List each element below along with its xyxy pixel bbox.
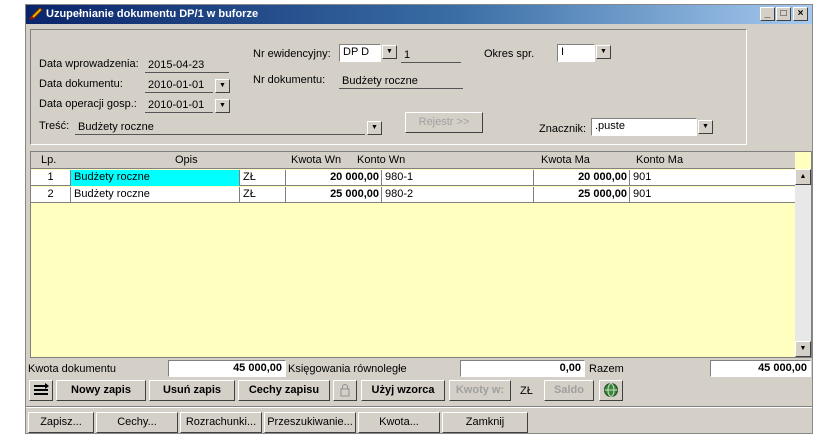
table-row[interactable]: 1 Budżety roczne ZŁ 20 000,00 980-1 20 0…	[31, 170, 795, 186]
uzyj-wzorca-button[interactable]: Użyj wzorca	[361, 380, 445, 401]
cechy-button[interactable]: Cechy...	[96, 412, 178, 433]
row-kwota-ma[interactable]: 20 000,00	[534, 170, 630, 186]
row-konto-ma[interactable]: 901	[630, 187, 795, 203]
col-kwota-ma: Kwota Ma	[541, 154, 590, 166]
przeszukiwanie-button[interactable]: Przeszukiwanie...	[264, 412, 356, 433]
nowy-zapis-button[interactable]: Nowy zapis	[56, 380, 146, 401]
rejestr-button[interactable]: Rejestr >>	[405, 112, 483, 133]
row-kwota-wn[interactable]: 25 000,00	[286, 187, 382, 203]
cechy-zapisu-button[interactable]: Cechy zapisu	[238, 380, 330, 401]
row-lp: 2	[31, 187, 71, 203]
saldo-button[interactable]: Saldo	[544, 380, 594, 401]
row-lp: 1	[31, 170, 71, 186]
currency-label: ZŁ	[520, 385, 533, 397]
lock-icon[interactable]	[333, 380, 357, 401]
minimize-button[interactable]: _	[760, 7, 775, 21]
nr-ewidencyjny-dropdown-icon[interactable]: ▼	[382, 45, 397, 59]
title-bar[interactable]: Uzupełnianie dokumentu DP/1 w buforze _ …	[26, 5, 812, 24]
data-operacji-field[interactable]: 2010-01-01	[145, 98, 213, 113]
row-kwota-wn[interactable]: 20 000,00	[286, 170, 382, 186]
col-kwota-wn: Kwota Wn	[291, 154, 342, 166]
ksiegowania-value: 0,00	[460, 360, 585, 377]
col-lp: Lp.	[41, 154, 57, 166]
col-konto-wn: Konto Wn	[357, 154, 406, 166]
znacznik-select[interactable]: .puste	[591, 118, 697, 136]
ksiegowania-label: Księgowania równoległe	[288, 363, 407, 375]
row-waluta: ZŁ	[240, 187, 286, 203]
menu-lines-icon[interactable]	[29, 380, 53, 401]
nr-dokumentu-field[interactable]: Budżety roczne	[339, 74, 463, 89]
document-header-panel: Data wprowadzenia: 2015-04-23 Data dokum…	[30, 29, 747, 145]
row-konto-wn[interactable]: 980-2	[382, 187, 534, 203]
col-opis: Opis	[175, 154, 198, 166]
data-wprowadzenia-value: 2015-04-23	[145, 58, 229, 73]
window-title: Uzupełnianie dokumentu DP/1 w buforze	[46, 8, 259, 20]
data-wprowadzenia-label: Data wprowadzenia:	[39, 58, 139, 70]
row-opis-selected[interactable]: Budżety roczne	[71, 170, 240, 186]
zamknij-button[interactable]: Zamknij	[442, 412, 528, 433]
maximize-button[interactable]: □	[776, 7, 791, 21]
data-dokumentu-field[interactable]: 2010-01-01	[145, 78, 213, 93]
grid-scrollbar[interactable]: ▲ ▼	[795, 169, 811, 357]
rozrachunki-button[interactable]: Rozrachunki...	[180, 412, 262, 433]
kwota-dokumentu-label: Kwota dokumentu	[28, 363, 117, 375]
table-row[interactable]: 2 Budżety roczne ZŁ 25 000,00 980-2 25 0…	[31, 187, 795, 203]
row-kwota-ma[interactable]: 25 000,00	[534, 187, 630, 203]
data-dokumentu-label: Data dokumentu:	[39, 78, 123, 90]
nr-ewidencyjny-label: Nr ewidencyjny:	[253, 48, 331, 60]
row-konto-wn[interactable]: 980-1	[382, 170, 534, 186]
nr-dokumentu-label: Nr dokumentu:	[253, 74, 326, 86]
okres-select[interactable]: I	[557, 44, 595, 62]
znacznik-dropdown-icon[interactable]: ▼	[698, 120, 713, 134]
globe-icon[interactable]	[599, 380, 623, 401]
data-dokumentu-dropdown-icon[interactable]: ▼	[215, 79, 230, 93]
grid-header: Lp. Opis Kwota Wn Konto Wn Kwota Ma Kont…	[31, 152, 795, 169]
nr-ewidencyjny-number[interactable]: 1	[401, 48, 461, 63]
okres-label: Okres spr.	[484, 48, 535, 60]
kwota-button[interactable]: Kwota...	[358, 412, 440, 433]
kwota-dokumentu-value: 45 000,00	[168, 360, 286, 377]
row-konto-ma[interactable]: 901	[630, 170, 795, 186]
okres-dropdown-icon[interactable]: ▼	[596, 45, 611, 59]
close-button[interactable]: ×	[793, 7, 808, 21]
document-window: Uzupełnianie dokumentu DP/1 w buforze _ …	[25, 4, 813, 434]
razem-label: Razem	[589, 363, 624, 375]
kwoty-w-button[interactable]: Kwoty w:	[449, 380, 511, 401]
row-opis[interactable]: Budżety roczne	[71, 187, 240, 203]
usun-zapis-button[interactable]: Usuń zapis	[149, 380, 235, 401]
tresc-field[interactable]: Budżety roczne	[75, 120, 365, 135]
data-operacji-dropdown-icon[interactable]: ▼	[215, 99, 230, 113]
zapisz-button[interactable]: Zapisz...	[28, 412, 94, 433]
row-waluta: ZŁ	[240, 170, 286, 186]
znacznik-label: Znacznik:	[539, 123, 587, 135]
tresc-label: Treść:	[39, 120, 70, 132]
data-operacji-label: Data operacji gosp.:	[39, 98, 137, 110]
pencil-icon	[29, 7, 43, 20]
entries-grid: Lp. Opis Kwota Wn Konto Wn Kwota Ma Kont…	[30, 151, 812, 358]
scroll-up-icon[interactable]: ▲	[795, 169, 811, 185]
tresc-dropdown-icon[interactable]: ▼	[367, 121, 382, 135]
separator	[26, 406, 812, 408]
scroll-down-icon[interactable]: ▼	[795, 341, 811, 357]
razem-value: 45 000,00	[710, 360, 811, 377]
col-konto-ma: Konto Ma	[636, 154, 684, 166]
nr-ewidencyjny-type-select[interactable]: DP D	[339, 44, 381, 62]
